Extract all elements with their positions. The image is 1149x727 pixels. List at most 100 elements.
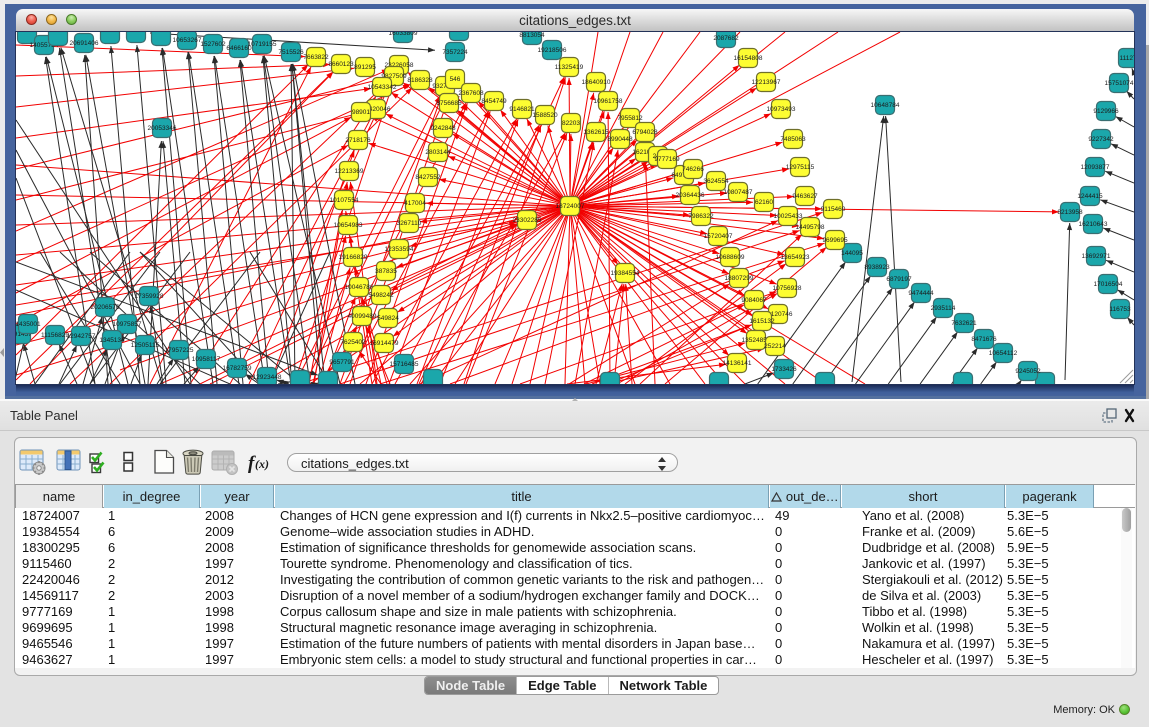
svg-text:1615132: 1615132 — [749, 318, 775, 325]
svg-text:9242848: 9242848 — [430, 125, 456, 132]
svg-text:5498242: 5498242 — [368, 292, 394, 299]
svg-text:549824: 549824 — [377, 315, 399, 322]
svg-text:7663822: 7663822 — [303, 54, 329, 61]
svg-text:16914479: 16914479 — [370, 340, 399, 347]
svg-text:7357224: 7357224 — [442, 49, 468, 56]
svg-text:7485063: 7485063 — [780, 136, 806, 143]
svg-text:10756928: 10756928 — [773, 285, 802, 292]
svg-text:10107554: 10107554 — [330, 197, 359, 204]
svg-text:10025433: 10025433 — [774, 213, 803, 220]
svg-text:8660123: 8660123 — [328, 61, 354, 68]
svg-text:17359928: 17359928 — [135, 293, 164, 300]
svg-text:1362615: 1362615 — [583, 129, 609, 136]
svg-text:14495798: 14495798 — [796, 224, 825, 231]
svg-text:10807487: 10807487 — [724, 189, 753, 196]
svg-text:8938923: 8938923 — [864, 264, 890, 271]
svg-text:9699695: 9699695 — [822, 237, 848, 244]
svg-text:746266: 746266 — [682, 166, 704, 173]
svg-text:2718176: 2718176 — [345, 137, 371, 144]
svg-text:2367608: 2367608 — [458, 90, 484, 97]
svg-text:20691406: 20691406 — [70, 40, 99, 47]
svg-text:8454749: 8454749 — [481, 98, 507, 105]
svg-text:11127: 11127 — [1119, 55, 1134, 62]
svg-text:19384554: 19384554 — [611, 270, 640, 277]
svg-text:20364436: 20364436 — [676, 192, 705, 199]
svg-text:10975857: 10975857 — [113, 321, 142, 328]
svg-text:16210643: 16210643 — [1079, 221, 1108, 228]
svg-text:23302285: 23302285 — [513, 217, 542, 224]
svg-text:15720407: 15720407 — [704, 233, 733, 240]
svg-text:82203: 82203 — [562, 120, 580, 127]
svg-text:40099489: 40099489 — [348, 313, 377, 320]
svg-text:891295: 891295 — [354, 64, 376, 71]
svg-text:7632621: 7632621 — [951, 320, 977, 327]
svg-text:10653267: 10653267 — [173, 37, 202, 44]
svg-text:10958117: 10958117 — [192, 356, 221, 363]
svg-text:98901: 98901 — [352, 109, 370, 116]
svg-text:12975115: 12975115 — [786, 164, 815, 171]
svg-text:12213369: 12213369 — [335, 168, 364, 175]
svg-text:9084067: 9084067 — [741, 297, 767, 304]
svg-text:8990448: 8990448 — [607, 136, 633, 143]
svg-text:12942757: 12942757 — [67, 333, 96, 340]
svg-text:546: 546 — [450, 76, 461, 83]
svg-text:7955812: 7955812 — [617, 115, 643, 122]
svg-text:2935114: 2935114 — [931, 305, 956, 312]
svg-text:10046786: 10046786 — [345, 284, 374, 291]
svg-text:1527602: 1527602 — [200, 41, 226, 48]
svg-text:116753: 116753 — [1109, 306, 1131, 313]
svg-text:9129966: 9129966 — [1093, 108, 1119, 115]
svg-text:10543342: 10543342 — [368, 84, 397, 91]
svg-text:8427552: 8427552 — [415, 174, 441, 181]
svg-text:12093877: 12093877 — [1081, 164, 1110, 171]
svg-text:16782759: 16782759 — [223, 365, 252, 372]
svg-text:10648784: 10648784 — [871, 102, 900, 109]
svg-text:144095: 144095 — [841, 250, 863, 257]
svg-text:10719155: 10719155 — [248, 41, 277, 48]
svg-text:16154808: 16154808 — [734, 55, 763, 62]
svg-text:18807299: 18807299 — [725, 275, 754, 282]
svg-text:13654923: 13654923 — [781, 254, 810, 261]
svg-text:7515526: 7515526 — [278, 49, 304, 56]
svg-text:3267110: 3267110 — [397, 220, 422, 227]
svg-text:8813054: 8813054 — [519, 32, 545, 39]
svg-text:387835: 387835 — [375, 268, 397, 275]
svg-text:14136141: 14136141 — [723, 360, 752, 367]
svg-text:18724007: 18724007 — [556, 203, 585, 210]
svg-text:252214: 252214 — [764, 343, 786, 350]
svg-text:8186328: 8186328 — [407, 77, 433, 84]
svg-text:15751074: 15751074 — [1105, 80, 1134, 87]
svg-text:6794028: 6794028 — [632, 129, 658, 136]
svg-text:9146821: 9146821 — [509, 106, 535, 113]
svg-text:8756685: 8756685 — [436, 100, 462, 107]
svg-text:18640910: 18640910 — [582, 79, 611, 86]
svg-text:11156829: 11156829 — [41, 332, 69, 339]
svg-text:9227342: 9227342 — [1088, 136, 1114, 143]
svg-text:9777169: 9777169 — [654, 156, 680, 163]
svg-text:8471676: 8471676 — [971, 336, 997, 343]
svg-text:12353594: 12353594 — [385, 246, 414, 253]
svg-text:1435001: 1435001 — [16, 321, 41, 328]
svg-text:20206576: 20206576 — [91, 304, 120, 311]
svg-text:(x): (x) — [255, 457, 269, 471]
svg-text:3624554: 3624554 — [703, 178, 729, 185]
svg-text:10654983: 10654983 — [334, 222, 363, 229]
svg-text:6879197: 6879197 — [886, 276, 912, 283]
svg-text:1345134: 1345134 — [99, 337, 125, 344]
svg-text:10688609: 10688609 — [716, 254, 745, 261]
svg-text:9474444: 9474444 — [908, 290, 934, 297]
svg-text:19166829: 19166829 — [339, 254, 368, 261]
svg-text:11325419: 11325419 — [555, 64, 584, 71]
svg-text:7986322: 7986322 — [688, 213, 714, 220]
svg-text:17957225: 17957225 — [165, 347, 194, 354]
svg-text:12505115: 12505115 — [131, 342, 160, 349]
svg-text:12923448: 12923448 — [253, 374, 282, 381]
svg-text:7625402: 7625402 — [340, 339, 366, 346]
svg-text:417004: 417004 — [404, 200, 426, 207]
svg-text:19218506: 19218506 — [538, 47, 567, 54]
svg-text:12213967: 12213967 — [752, 79, 781, 86]
svg-text:1733426: 1733426 — [771, 366, 797, 373]
svg-text:9657791: 9657791 — [329, 359, 355, 366]
svg-text:9463627: 9463627 — [792, 193, 818, 200]
svg-text:2803144: 2803144 — [425, 149, 451, 156]
